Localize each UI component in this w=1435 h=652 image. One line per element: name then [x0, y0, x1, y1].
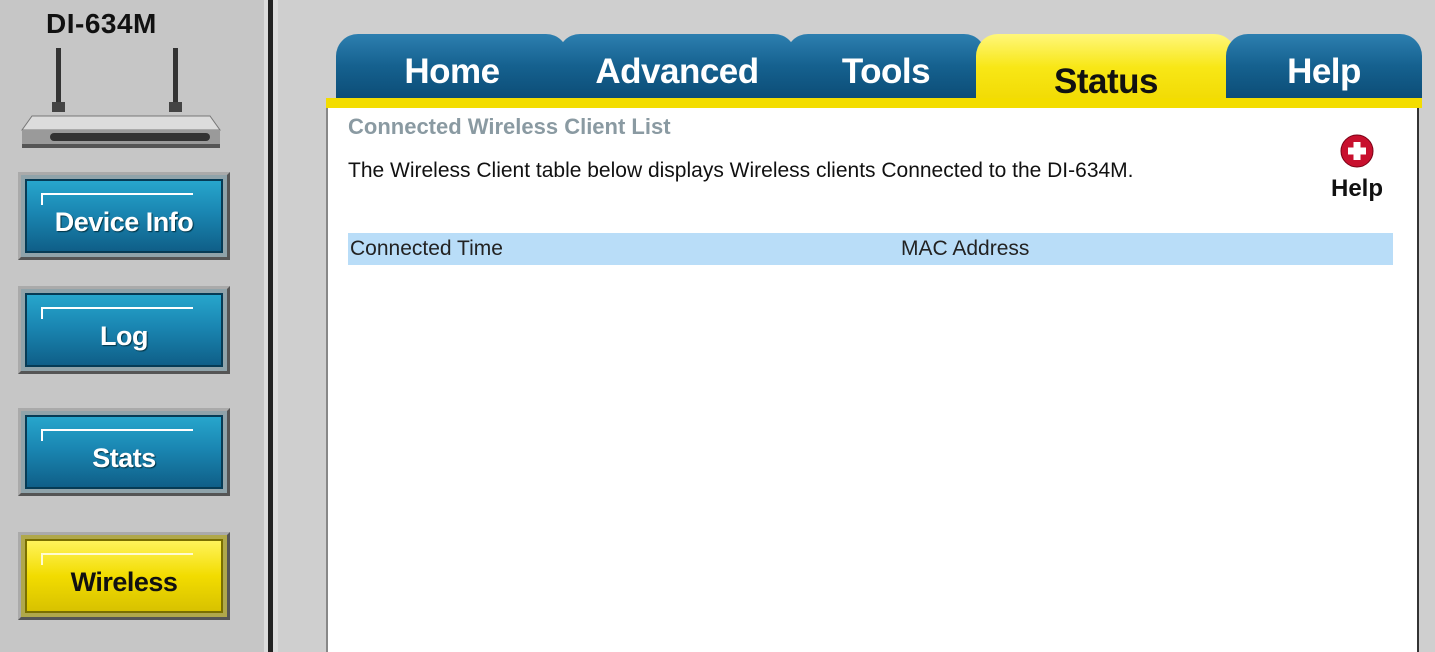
- tab-tools[interactable]: Tools: [786, 34, 986, 98]
- sidebar-divider: [264, 0, 278, 652]
- tab-label: Status: [1054, 62, 1158, 101]
- tab-underline-bar: [326, 98, 1422, 108]
- sidebar-item-label: Log: [100, 320, 148, 351]
- sidebar-item-log[interactable]: Log: [18, 286, 230, 374]
- tab-label: Home: [404, 52, 500, 91]
- top-tabs: Home Advanced Tools Status Help: [326, 34, 1422, 108]
- sidebar-item-label: Device Info: [54, 206, 194, 237]
- model-name: DI-634M: [46, 8, 157, 39]
- sidebar-item-face: Stats: [25, 415, 223, 489]
- client-table-header: Connected Time MAC Address: [348, 233, 1393, 265]
- page-title: Connected Wireless Client List: [348, 114, 671, 139]
- sidebar-item-stats[interactable]: Stats: [18, 408, 230, 496]
- tab-status[interactable]: Status: [976, 34, 1236, 108]
- tab-label: Tools: [841, 52, 931, 91]
- sidebar-item-face: Wireless: [25, 539, 223, 613]
- sidebar-item-face: Device Info: [25, 179, 223, 253]
- column-header-connected-time: Connected Time: [350, 237, 503, 260]
- sidebar-item-wireless[interactable]: Wireless: [18, 532, 230, 620]
- sidebar-item-face: Log: [25, 293, 223, 367]
- sidebar-item-label: Stats: [92, 442, 156, 473]
- content-panel: Connected Wireless Client List The Wirel…: [326, 108, 1419, 652]
- sidebar: DI-634M Device Info Log Stats Wireless: [0, 0, 264, 652]
- tab-home[interactable]: Home: [336, 34, 568, 98]
- sidebar-item-device-info[interactable]: Device Info: [18, 172, 230, 260]
- tab-label: Help: [1287, 52, 1361, 91]
- tab-help[interactable]: Help: [1226, 34, 1422, 98]
- tab-label: Advanced: [595, 52, 759, 91]
- plus-circle-icon: [1340, 134, 1374, 168]
- help-label: Help: [1330, 175, 1383, 202]
- router-image: [21, 48, 221, 148]
- help-button[interactable]: Help: [1322, 134, 1392, 203]
- sidebar-item-label: Wireless: [70, 566, 178, 597]
- tab-advanced[interactable]: Advanced: [558, 34, 796, 98]
- column-header-mac-address: MAC Address: [901, 237, 1030, 260]
- page-description: The Wireless Client table below displays…: [348, 159, 1134, 182]
